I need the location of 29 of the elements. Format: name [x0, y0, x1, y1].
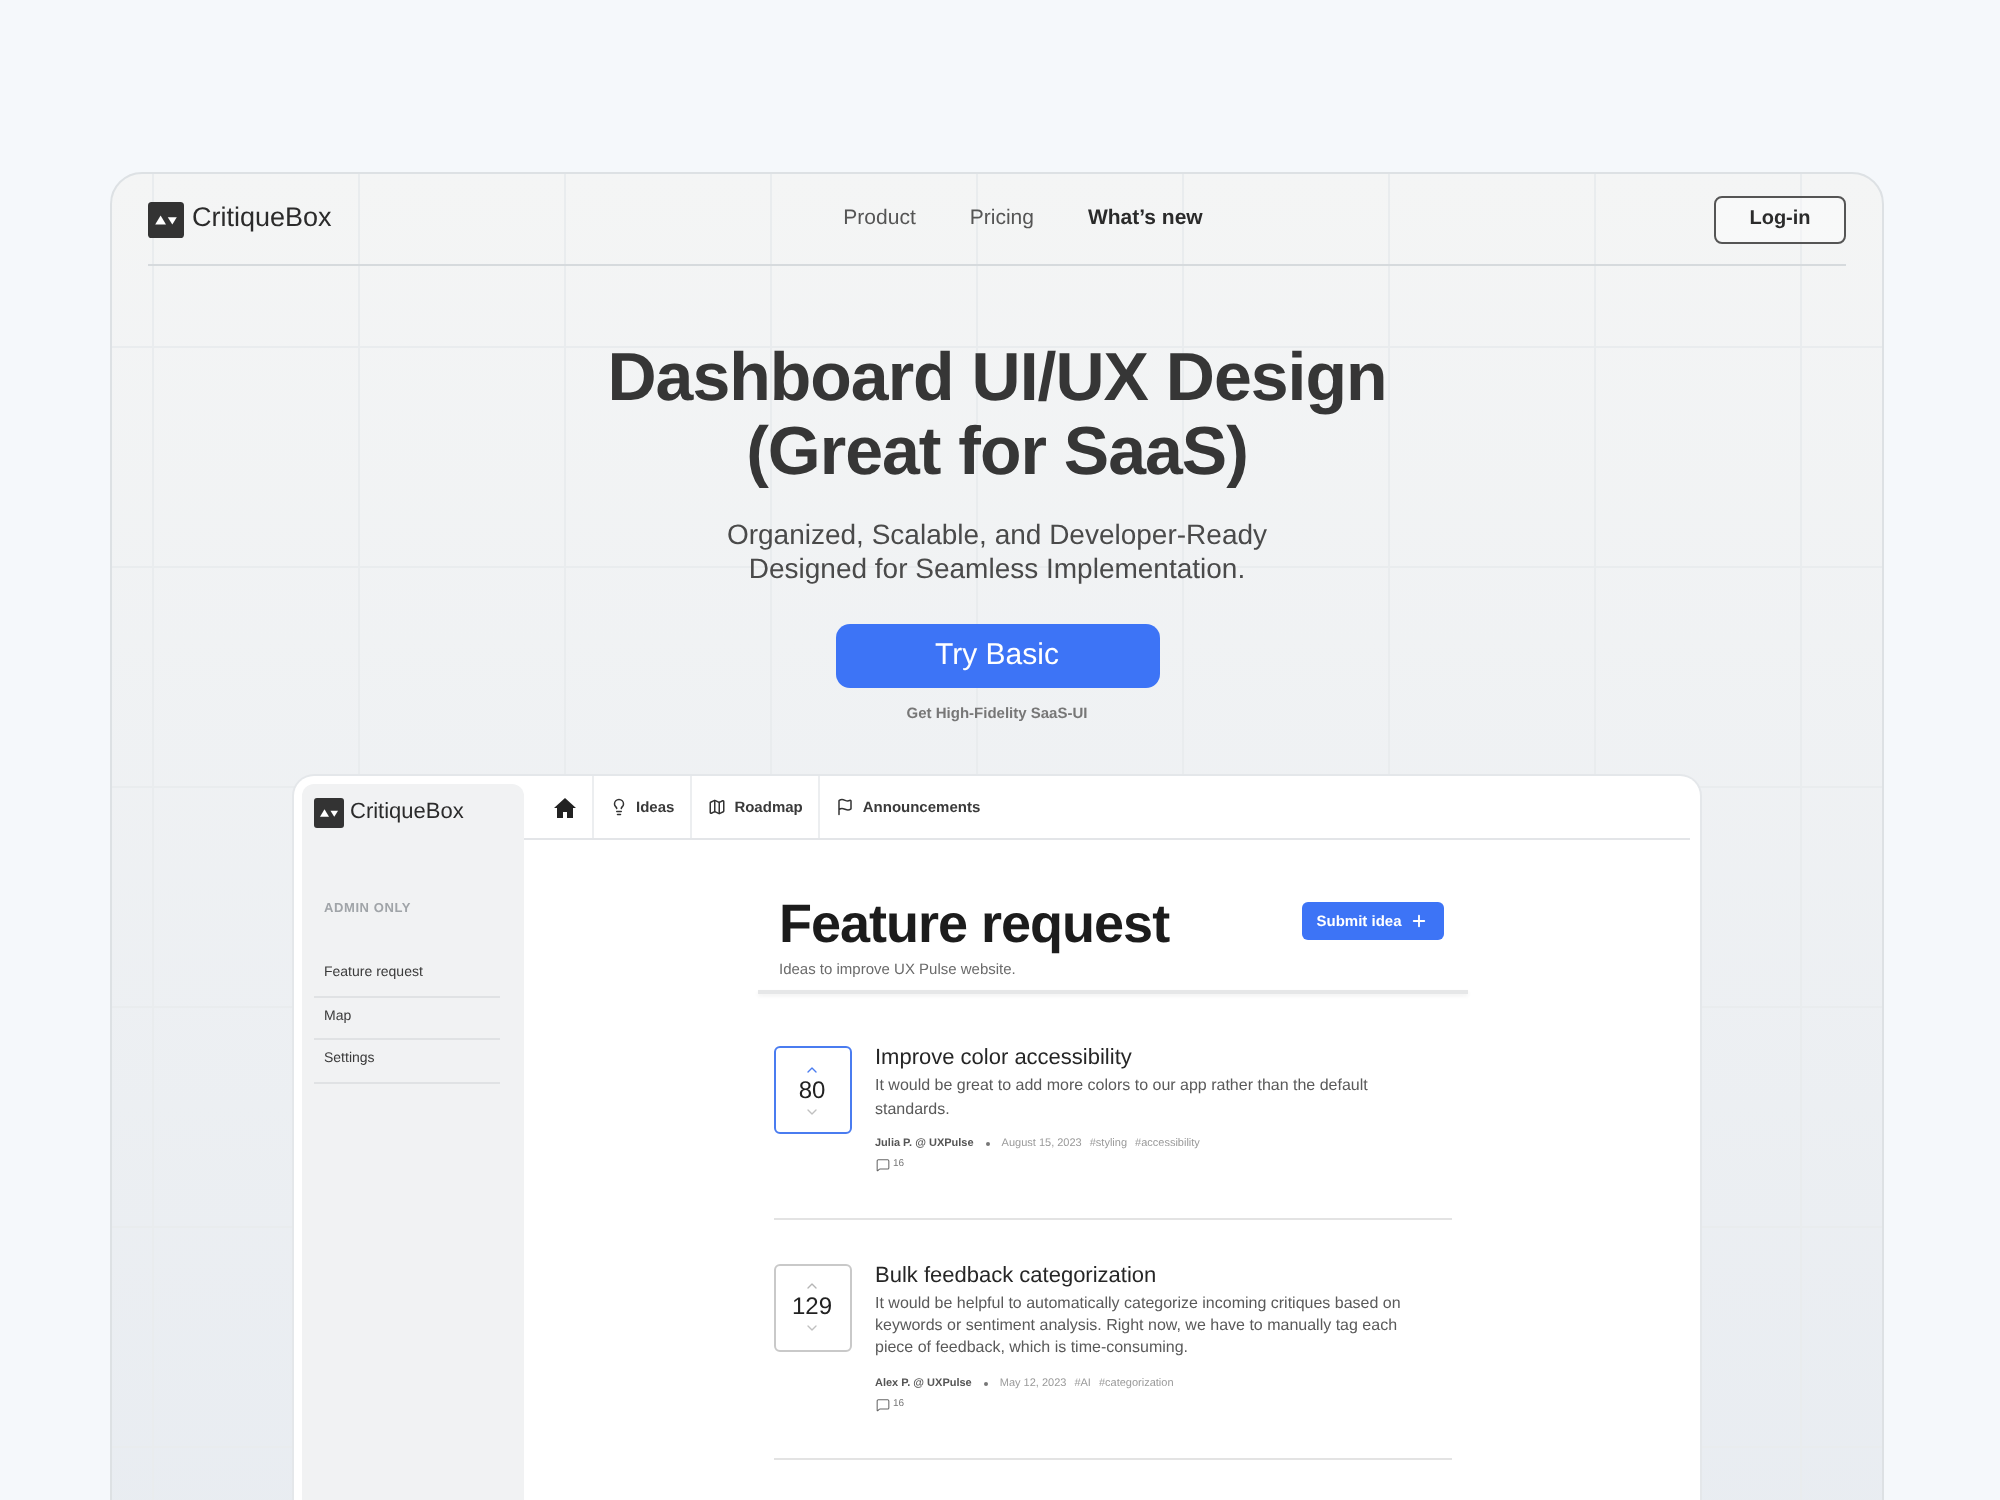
bullet-icon — [985, 1141, 990, 1146]
brand-name: CritiqueBox — [350, 798, 464, 828]
nav-link[interactable]: Product — [843, 203, 916, 235]
hero-subtitle: Organized, Scalable, and Developer-Ready Designed for Seamless Implementation. — [726, 518, 1268, 586]
page-title: Feature request — [779, 894, 1170, 955]
nav-link[interactable]: What’s new — [1087, 203, 1203, 235]
vote-count: 80 — [798, 1077, 826, 1104]
request-description: It would be great to add more colors to our app rather than the default standards. — [875, 1074, 1370, 1120]
logo-icon — [314, 797, 344, 828]
plus-icon — [1409, 912, 1428, 931]
request-description: It would be helpful to automatically categorize incoming critiques based on keywords or sentiment analysis. Right now, we have to manually tag each piece of feedback, which is time-consuming. — [875, 1291, 1403, 1360]
request-title[interactable]: Improve color accessibility — [875, 1046, 1415, 1073]
lightbulb-icon — [610, 798, 628, 817]
nav-link[interactable]: Pricing — [969, 203, 1034, 235]
flag-icon — [836, 798, 855, 817]
logo-icon — [148, 201, 184, 237]
brand-name: CritiqueBox — [192, 200, 332, 237]
bullet-icon — [983, 1381, 988, 1386]
vote-box[interactable]: 129 — [773, 1263, 851, 1352]
hero-title: Dashboard UI/UX Design (Great for SaaS) — [607, 342, 1387, 490]
home-icon[interactable] — [554, 797, 576, 818]
try-basic-button[interactable]: Try Basic — [835, 624, 1159, 688]
vote-box[interactable]: 80 — [773, 1046, 851, 1135]
login-button[interactable]: Log-in — [1714, 195, 1847, 243]
request-title[interactable]: Bulk feedback categorization — [875, 1263, 1415, 1290]
vote-count: 129 — [791, 1294, 833, 1321]
comment-icon — [875, 1157, 889, 1172]
comment-icon — [875, 1397, 889, 1412]
map-icon — [708, 798, 727, 817]
